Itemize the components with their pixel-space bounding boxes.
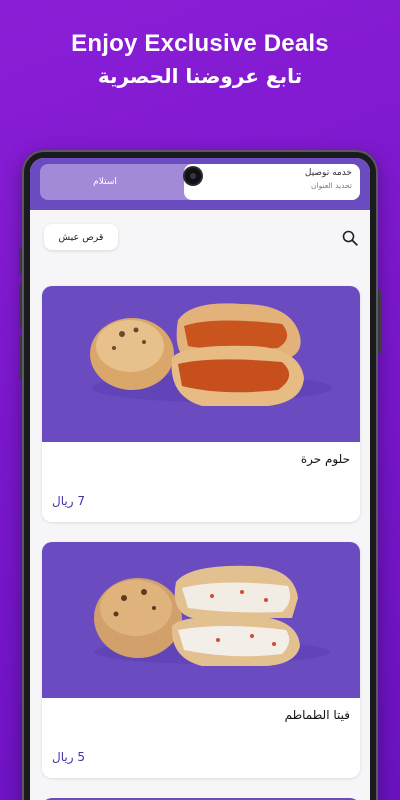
order-type-bar: استلام خدمه توصيل تحديد العنوان ‹	[30, 158, 370, 210]
product-card[interactable]: حلوم حرة 7 ريال	[42, 286, 360, 522]
pickup-option[interactable]: استلام	[40, 164, 170, 200]
category-chip[interactable]: قرص عيش	[44, 224, 118, 250]
phone-side-button	[378, 290, 381, 354]
delivery-title: خدمه توصيل	[304, 168, 352, 178]
product-info: حلوم حرة 7 ريال	[42, 442, 360, 522]
product-name: حلوم حرة	[300, 452, 350, 466]
product-info: فيتا الطماطم 5 ريال	[42, 698, 360, 778]
delivery-address-link[interactable]: تحديد العنوان	[192, 181, 352, 190]
phone-side-button	[19, 248, 22, 274]
order-type-toggle: استلام خدمه توصيل تحديد العنوان ‹	[40, 164, 360, 200]
pickup-label: استلام	[93, 177, 117, 187]
product-card[interactable]: فيتا الطماطم 5 ريال	[42, 542, 360, 778]
phone-frame: استلام خدمه توصيل تحديد العنوان ‹ قرص عي…	[19, 150, 381, 800]
product-image	[42, 542, 360, 698]
product-name: فيتا الطماطم	[284, 708, 350, 722]
category-chip-label: قرص عيش	[58, 231, 104, 243]
delivery-option[interactable]: خدمه توصيل تحديد العنوان ‹	[184, 164, 360, 200]
phone-side-button	[19, 336, 22, 380]
product-image	[42, 286, 360, 442]
product-price: 7 ريال	[52, 494, 85, 508]
search-icon[interactable]	[342, 230, 358, 246]
promo-header: Enjoy Exclusive Deals تابع عروضنا الحصري…	[0, 30, 400, 88]
app-screen: استلام خدمه توصيل تحديد العنوان ‹ قرص عي…	[30, 158, 370, 800]
promo-subtitle: تابع عروضنا الحصرية	[97, 64, 303, 88]
product-price: 5 ريال	[52, 750, 85, 764]
filter-row: قرص عيش	[30, 210, 370, 266]
front-camera	[185, 168, 201, 184]
promo-title: Enjoy Exclusive Deals	[71, 30, 329, 57]
phone-side-button	[19, 284, 22, 328]
